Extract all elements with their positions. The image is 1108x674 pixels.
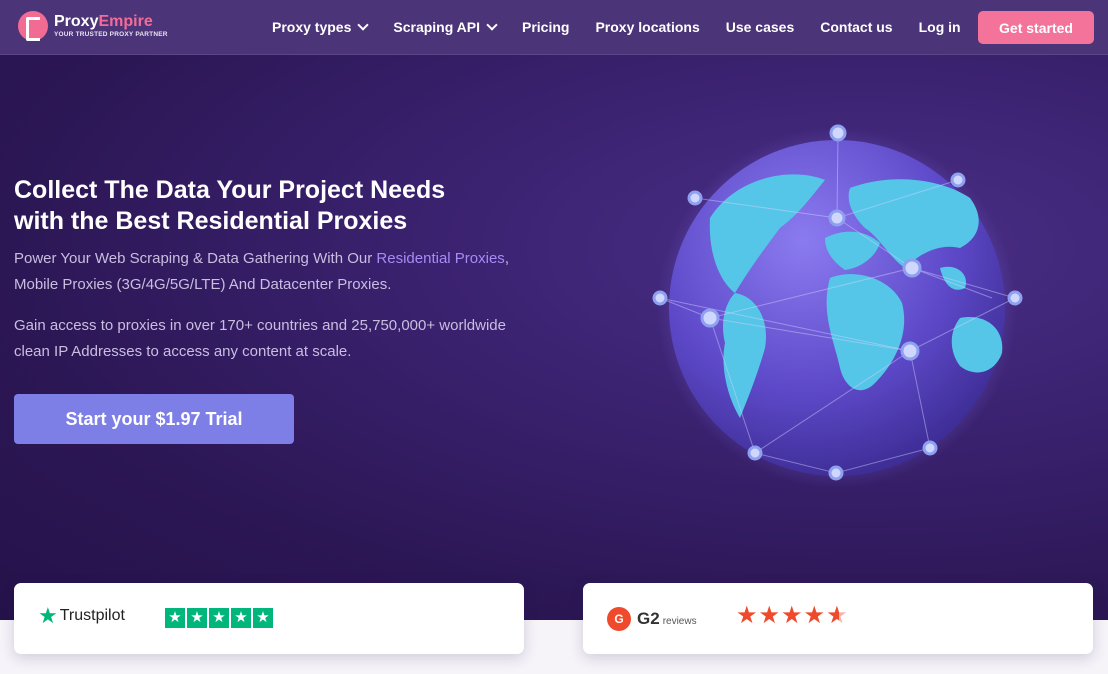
star-icon: ★ [736, 602, 758, 629]
star-icon: ★ [165, 608, 185, 628]
star-icon: ★ [187, 608, 207, 628]
g2-stars: ★ ★ ★ ★ ★ [736, 604, 849, 628]
star-icon: ★ [209, 608, 229, 628]
star-icon: ★ [803, 602, 826, 629]
hero-headline: Collect The Data Your Project Needs with… [14, 176, 446, 235]
star-icon: ★ [231, 608, 251, 628]
half-star-icon: ★ [826, 602, 848, 629]
nav-item-proxy-types[interactable]: Proxy types [272, 19, 370, 35]
get-started-button[interactable]: Get started [978, 11, 1094, 44]
proxyempire-logo-icon [18, 11, 48, 41]
brand-tagline: YOUR TRUSTED PROXY PARTNER [54, 30, 168, 38]
brand-logo[interactable]: ProxyEmpire YOUR TRUSTED PROXY PARTNER [18, 11, 168, 41]
residential-proxies-link[interactable]: Residential Proxies [376, 250, 504, 267]
trustpilot-star-icon: ★ [38, 603, 58, 628]
g2-logo: G G2 reviews [607, 607, 697, 631]
globe-illustration [652, 124, 1023, 488]
star-icon: ★ [781, 602, 803, 629]
hero-subheading: Power Your Web Scraping & Data Gathering… [14, 250, 509, 293]
chevron-down-icon [486, 19, 498, 31]
top-navbar: ProxyEmpire YOUR TRUSTED PROXY PARTNER P… [0, 0, 1108, 55]
star-icon: ★ [253, 608, 273, 628]
start-trial-button[interactable]: Start your $1.97 Trial [14, 394, 294, 444]
chevron-down-icon [357, 19, 370, 31]
nav-item-proxy-locations[interactable]: Proxy locations [595, 19, 699, 35]
brand-name: ProxyEmpire [54, 12, 153, 30]
nav-item-contact-us[interactable]: Contact us [820, 19, 892, 35]
trustpilot-logo: ★ Trustpilot [38, 603, 125, 628]
g2-logo-icon: G [607, 607, 631, 631]
trustpilot-stars: ★ ★ ★ ★ ★ [165, 608, 275, 628]
nav-item-pricing[interactable]: Pricing [522, 19, 569, 35]
nav-menu: Proxy types Scraping API Pricing Proxy l… [272, 0, 987, 54]
nav-item-use-cases[interactable]: Use cases [726, 19, 795, 35]
nav-item-log-in[interactable]: Log in [919, 19, 961, 35]
star-icon: ★ [758, 602, 781, 629]
hero-description: Gain access to proxies in over 170+ coun… [14, 317, 506, 360]
trustpilot-rating-card[interactable]: ★ Trustpilot ★ ★ ★ ★ ★ [14, 583, 524, 654]
g2-rating-card[interactable]: G G2 reviews ★ ★ ★ ★ ★ [583, 583, 1093, 654]
nav-item-scraping-api[interactable]: Scraping API [393, 19, 498, 35]
